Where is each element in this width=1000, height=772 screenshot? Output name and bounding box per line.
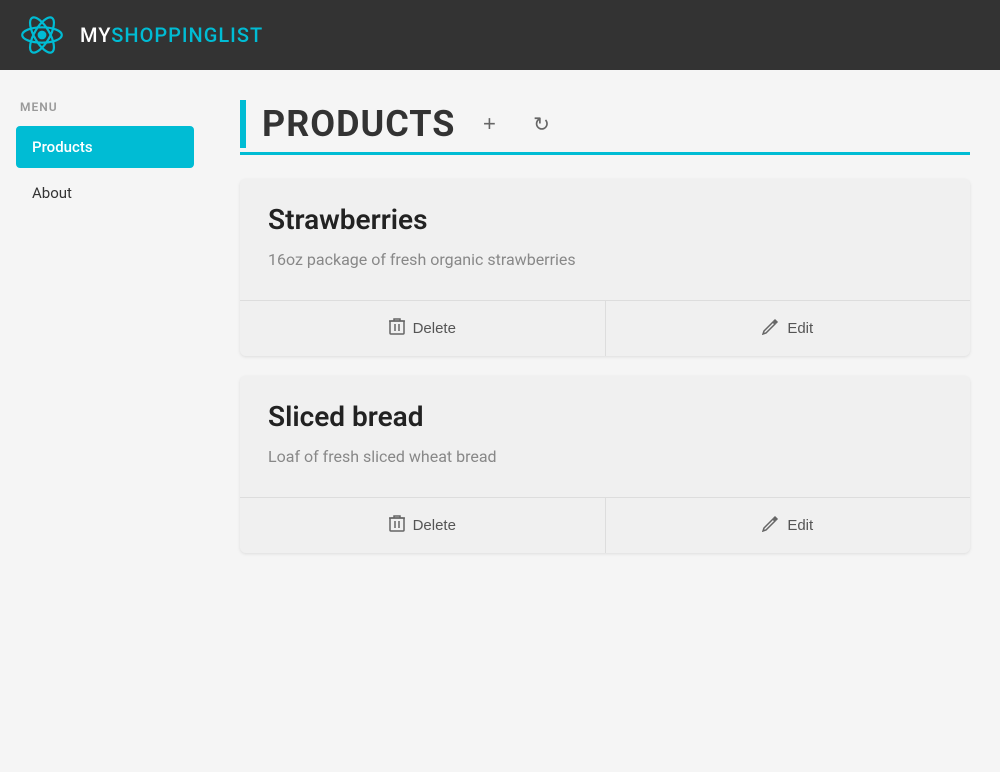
page-header: PRODUCTS + ↻ <box>240 100 970 155</box>
title-shopping: SHOPPING <box>111 23 218 47</box>
main-content: PRODUCTS + ↻ Strawberries 16oz package o… <box>210 100 1000 573</box>
title-list: LIST <box>218 23 263 47</box>
product-card-body: Strawberries 16oz package of fresh organ… <box>240 179 970 300</box>
add-icon: + <box>483 111 496 137</box>
product-card: Sliced bread Loaf of fresh sliced wheat … <box>240 376 970 553</box>
edit-icon <box>762 318 779 340</box>
refresh-button[interactable]: ↻ <box>523 106 559 142</box>
edit-icon <box>762 515 779 537</box>
title-bar-accent <box>240 100 246 148</box>
app-header: MYSHOPPINGLIST <box>0 0 1000 70</box>
edit-button[interactable]: Edit <box>605 301 971 356</box>
product-description: 16oz package of fresh organic strawberri… <box>268 248 942 272</box>
main-layout: MENU Products About PRODUCTS + ↻ Strawbe… <box>0 70 1000 573</box>
product-description: Loaf of fresh sliced wheat bread <box>268 445 942 469</box>
sidebar: MENU Products About <box>0 100 210 573</box>
page-title: PRODUCTS <box>262 103 455 145</box>
trash-icon <box>389 514 405 537</box>
product-name: Strawberries <box>268 203 942 236</box>
product-name: Sliced bread <box>268 400 942 433</box>
delete-label: Delete <box>413 320 456 337</box>
trash-icon <box>389 317 405 340</box>
delete-button[interactable]: Delete <box>240 301 605 356</box>
sidebar-item-about[interactable]: About <box>16 172 194 214</box>
react-logo <box>20 13 64 57</box>
product-card: Strawberries 16oz package of fresh organ… <box>240 179 970 356</box>
app-title: MYSHOPPINGLIST <box>80 23 263 47</box>
menu-label: MENU <box>16 100 194 114</box>
delete-button[interactable]: Delete <box>240 498 605 553</box>
edit-label: Edit <box>787 517 813 534</box>
delete-label: Delete <box>413 517 456 534</box>
edit-label: Edit <box>787 320 813 337</box>
product-card-actions: Delete Edit <box>240 497 970 553</box>
sidebar-item-products[interactable]: Products <box>16 126 194 168</box>
title-my: MY <box>80 23 111 47</box>
edit-button[interactable]: Edit <box>605 498 971 553</box>
add-product-button[interactable]: + <box>471 106 507 142</box>
product-card-body: Sliced bread Loaf of fresh sliced wheat … <box>240 376 970 497</box>
refresh-icon: ↻ <box>533 112 550 137</box>
product-card-actions: Delete Edit <box>240 300 970 356</box>
